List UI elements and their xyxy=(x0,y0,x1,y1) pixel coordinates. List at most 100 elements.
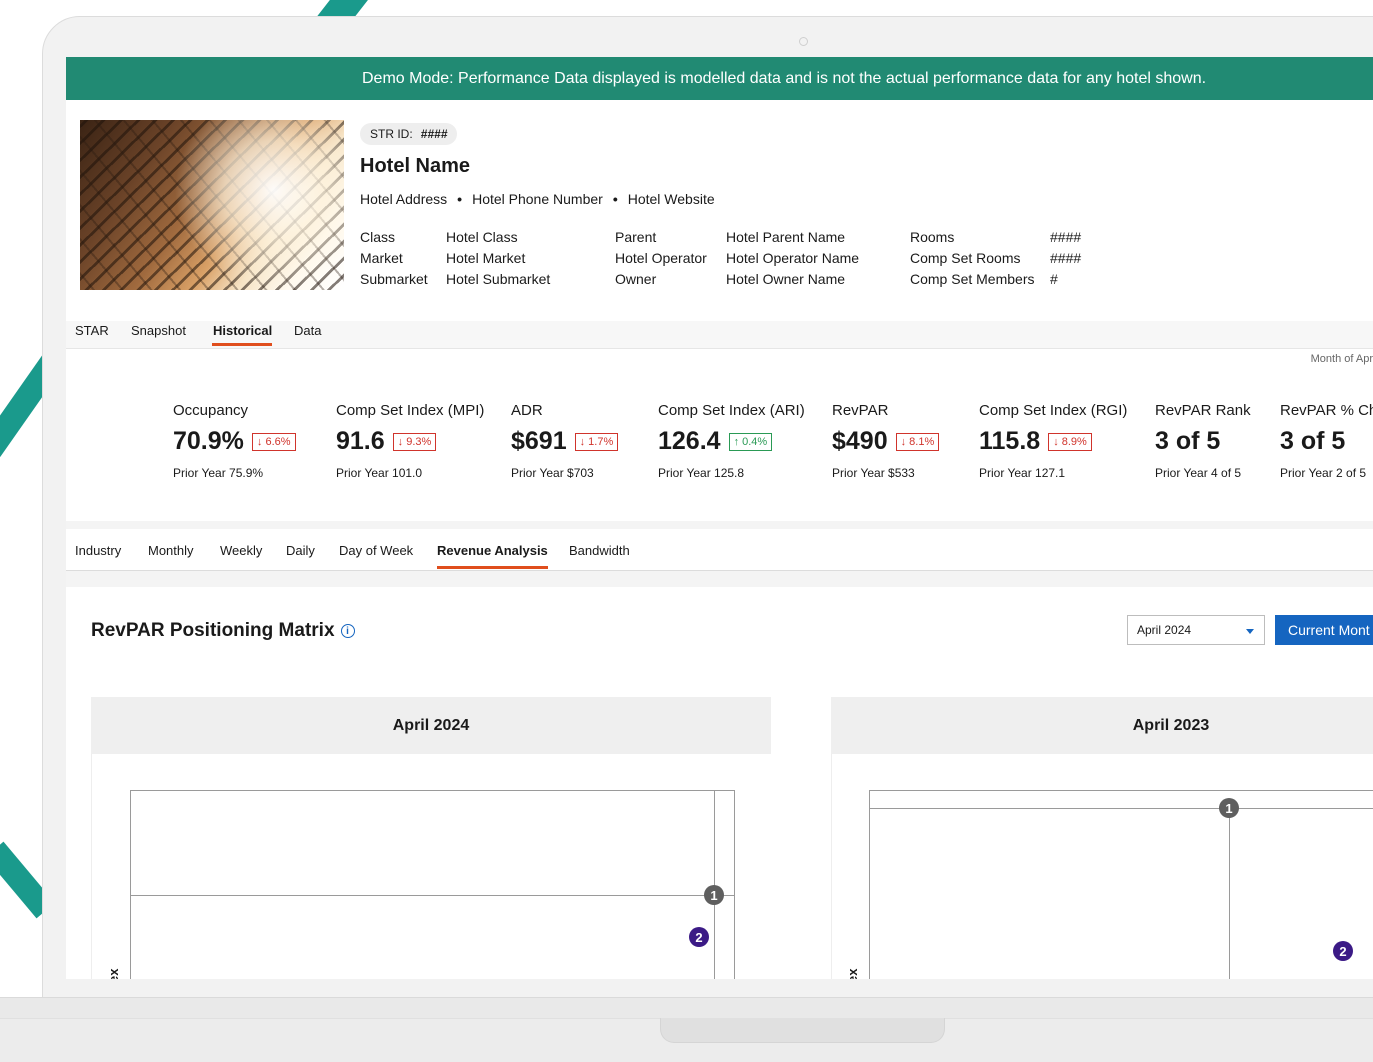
section-divider xyxy=(66,521,1373,529)
kpi-label: Comp Set Index (MPI) xyxy=(336,402,485,419)
tab-historical[interactable]: Historical xyxy=(213,323,272,338)
kpi-ari: Comp Set Index (ARI) 126.4 ↑ 0.4% Prior Y… xyxy=(658,402,805,480)
marker-compset[interactable]: 1 xyxy=(704,885,724,905)
matrix-panel-current: April 2024 1 2 ex xyxy=(91,697,771,979)
kpi-label: Comp Set Index (ARI) xyxy=(658,402,805,419)
kpi-label: RevPAR % Ch xyxy=(1280,402,1373,419)
kpi-prior: Prior Year $533 xyxy=(832,466,915,480)
kpi-delta-badge: ↓ 6.6% xyxy=(251,432,296,451)
kpi-occupancy: Occupancy 70.9% ↓ 6.6% Prior Year 75.9% xyxy=(173,402,296,480)
info-value: Hotel Parent Name xyxy=(726,229,846,245)
marker-compset[interactable]: 1 xyxy=(1219,798,1239,818)
chevron-down-icon xyxy=(1246,629,1254,634)
info-label: Class xyxy=(360,229,396,245)
kpi-prior: Prior Year 125.8 xyxy=(658,466,745,480)
tab-industry[interactable]: Industry xyxy=(75,543,121,558)
tab-bandwidth[interactable]: Bandwidth xyxy=(569,543,630,558)
y-axis-label: ex xyxy=(106,968,121,979)
info-label: Rooms xyxy=(910,229,955,245)
kpi-prior: Prior Year 75.9% xyxy=(173,466,264,480)
kpi-value: 126.4 xyxy=(658,427,721,455)
info-label: Submarket xyxy=(360,271,428,287)
kpi-adr: ADR $691 ↓ 1.7% Prior Year $703 xyxy=(511,402,619,480)
camera-icon xyxy=(799,37,808,46)
panel-body: 1 2 ex xyxy=(91,754,771,979)
laptop-notch xyxy=(660,1018,945,1043)
tab-day-of-week[interactable]: Day of Week xyxy=(339,543,413,558)
marker-hotel[interactable]: 2 xyxy=(1333,941,1353,961)
info-value: # xyxy=(1050,271,1058,287)
info-col3-values: #### #### # xyxy=(1050,227,1081,290)
kpi-revpar: RevPAR $490 ↓ 8.1% Prior Year $533 xyxy=(832,402,940,480)
kpi-delta-badge: ↓ 8.1% xyxy=(895,432,940,451)
marker-hotel[interactable]: 2 xyxy=(689,927,709,947)
info-value: #### xyxy=(1050,250,1082,266)
period-label: Month of Apr xyxy=(1310,353,1373,365)
demo-mode-banner: Demo Mode: Performance Data displayed is… xyxy=(66,57,1373,100)
tab-weekly[interactable]: Weekly xyxy=(220,543,262,558)
kpi-label: RevPAR xyxy=(832,402,889,419)
hotel-website[interactable]: Hotel Website xyxy=(628,191,715,207)
matrix-title: RevPAR Positioning Matrix i xyxy=(91,620,355,642)
info-label: Market xyxy=(360,250,403,266)
tab-snapshot[interactable]: Snapshot xyxy=(131,323,186,338)
kpi-prior: Prior Year 127.1 xyxy=(979,466,1066,480)
info-value: Hotel Submarket xyxy=(446,271,551,287)
quadrant-vline xyxy=(1229,808,1230,979)
tab-star[interactable]: STAR xyxy=(75,323,109,338)
str-id-badge: STR ID: #### xyxy=(360,123,458,145)
info-col1-labels: Class Market Submarket xyxy=(360,227,428,290)
info-value: Hotel Market xyxy=(446,250,526,266)
tab-monthly[interactable]: Monthly xyxy=(148,543,194,558)
str-id-label: STR ID: xyxy=(370,127,413,141)
matrix-plot-area xyxy=(869,790,1373,979)
str-id-value: #### xyxy=(420,127,448,141)
info-col1-values: Hotel Class Hotel Market Hotel Submarket xyxy=(446,227,550,290)
kpi-value: $691 xyxy=(511,427,567,455)
info-label: Parent xyxy=(615,229,657,245)
kpi-value: 3 of 5 xyxy=(1280,427,1346,455)
tab-daily[interactable]: Daily xyxy=(286,543,315,558)
separator-dot: • xyxy=(612,191,618,207)
kpi-rgi: Comp Set Index (RGI) 115.8 ↓ 8.9% Prior Y… xyxy=(979,402,1127,480)
kpi-delta-badge: ↓ 8.9% xyxy=(1048,432,1092,451)
device-mockup: Demo Mode: Performance Data displayed is… xyxy=(0,0,1373,1062)
tab-revenue-analysis[interactable]: Revenue Analysis xyxy=(437,543,548,558)
info-col3-labels: Rooms Comp Set Rooms Comp Set Members xyxy=(910,227,1034,290)
kpi-label: ADR xyxy=(511,402,543,419)
matrix-plot-area xyxy=(130,790,735,979)
info-col2-values: Hotel Parent Name Hotel Operator Name Ho… xyxy=(726,227,859,290)
kpi-prior: Prior Year $703 xyxy=(511,466,594,480)
month-select-value: April 2024 xyxy=(1137,623,1192,637)
month-select[interactable]: April 2024 xyxy=(1127,615,1265,645)
info-value: Hotel Operator Name xyxy=(726,250,860,266)
tab-data[interactable]: Data xyxy=(294,323,321,338)
quadrant-hline xyxy=(869,808,1373,809)
info-value: Hotel Owner Name xyxy=(726,271,846,287)
info-col2-labels: Parent Hotel Operator Owner xyxy=(615,227,707,290)
active-subtab-indicator xyxy=(437,566,548,569)
app-screen: Demo Mode: Performance Data displayed is… xyxy=(66,57,1373,979)
panel-title: April 2024 xyxy=(91,697,771,754)
panel-body: 1 2 ex xyxy=(831,754,1373,979)
current-month-button[interactable]: Current Mont xyxy=(1275,615,1373,645)
y-axis-label: ex xyxy=(845,968,860,979)
kpi-prior: Prior Year 4 of 5 xyxy=(1155,466,1242,480)
info-label: Hotel Operator xyxy=(615,250,707,266)
kpi-value: 70.9% xyxy=(173,427,244,455)
kpi-value: 3 of 5 xyxy=(1155,427,1221,455)
kpi-value: 91.6 xyxy=(336,427,385,455)
hotel-meta: Hotel Address • Hotel Phone Number • Hot… xyxy=(360,191,715,207)
kpi-delta-badge: ↓ 9.3% xyxy=(392,432,437,451)
quadrant-hline xyxy=(130,895,735,896)
kpi-label: Occupancy xyxy=(173,402,249,419)
info-label: Comp Set Rooms xyxy=(910,250,1021,266)
panel-title: April 2023 xyxy=(831,697,1373,754)
info-label: Owner xyxy=(615,271,657,287)
kpi-prior: Prior Year 2 of 5 xyxy=(1280,466,1367,480)
info-icon[interactable]: i xyxy=(340,624,355,638)
info-value: Hotel Class xyxy=(446,229,518,245)
kpi-revpar-change-rank: RevPAR % Ch 3 of 5 Prior Year 2 of 5 xyxy=(1280,402,1373,480)
kpi-delta-badge: ↑ 0.4% xyxy=(728,432,773,451)
section-divider xyxy=(66,571,1373,587)
